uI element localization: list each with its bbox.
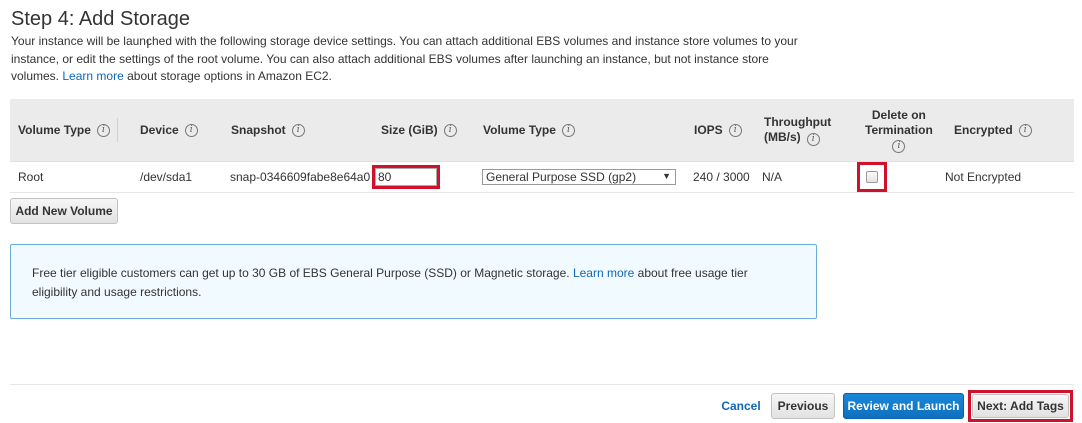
learn-more-storage-link[interactable]: Learn more [62,69,123,83]
chevron-down-icon: ▼ [662,171,671,181]
delete-on-termination-highlight [857,162,887,192]
row-throughput: N/A [762,170,783,184]
volume-type-select[interactable]: General Purpose SSD (gp2) ▼ [482,169,676,185]
col-device: Device i [140,99,198,161]
table-header: Volume Type i Device i Snapshot i Size (… [10,99,1074,162]
col-iops: IOPS i [694,99,742,161]
table-row: Root /dev/sda1 snap-0346609fabe8e64a0 Ge… [10,162,1074,193]
info-icon[interactable]: i [96,123,110,137]
size-input[interactable] [375,168,437,186]
intro-text: Your instance will be launched with the … [11,33,811,86]
text-cursor-icon: I [146,36,150,51]
storage-table: Volume Type i Device i Snapshot i Size (… [10,99,1074,193]
add-new-volume-button[interactable]: Add New Volume [10,198,118,224]
col-delete-on-termination: Delete on Termination i [865,107,933,153]
row-iops: 240 / 3000 [693,170,750,184]
info-icon[interactable]: i [184,123,198,137]
info-icon[interactable]: i [728,123,742,137]
row-encrypted: Not Encrypted [945,170,1022,184]
intro-suffix: about storage options in Amazon EC2. [127,69,332,83]
info-icon[interactable]: i [806,132,820,146]
col-ebs-volume-type: Volume Type i [483,99,575,161]
free-tier-info-box: Free tier eligible customers can get up … [10,244,817,319]
info-icon[interactable]: i [892,139,906,153]
cancel-button[interactable]: Cancel [716,393,766,419]
delete-on-termination-checkbox[interactable] [866,171,878,183]
info-icon[interactable]: i [291,123,305,137]
size-highlight [372,165,440,189]
previous-button[interactable]: Previous [771,393,835,419]
review-and-launch-button[interactable]: Review and Launch [843,393,964,419]
page-title: Step 4: Add Storage [11,8,191,30]
info-icon[interactable]: i [561,123,575,137]
row-volume-type: Root [18,170,44,184]
volume-type-selected: General Purpose SSD (gp2) [486,170,637,184]
row-snapshot: snap-0346609fabe8e64a0 [230,170,371,184]
col-snapshot: Snapshot i [231,99,305,161]
row-device: /dev/sda1 [140,170,193,184]
info-icon[interactable]: i [443,123,457,137]
col-size: Size (GiB) i [381,99,457,161]
learn-more-free-tier-link[interactable]: Learn more [573,266,634,280]
next-add-tags-button[interactable]: Next: Add Tags [972,394,1069,418]
col-encrypted: Encrypted i [954,99,1032,161]
col-throughput: Throughput (MB/s) i [764,114,832,146]
footer-divider [10,384,1074,385]
info-icon[interactable]: i [1018,123,1032,137]
free-tier-text: Free tier eligible customers can get up … [32,266,748,299]
col-volume-type: Volume Type i [18,99,118,161]
